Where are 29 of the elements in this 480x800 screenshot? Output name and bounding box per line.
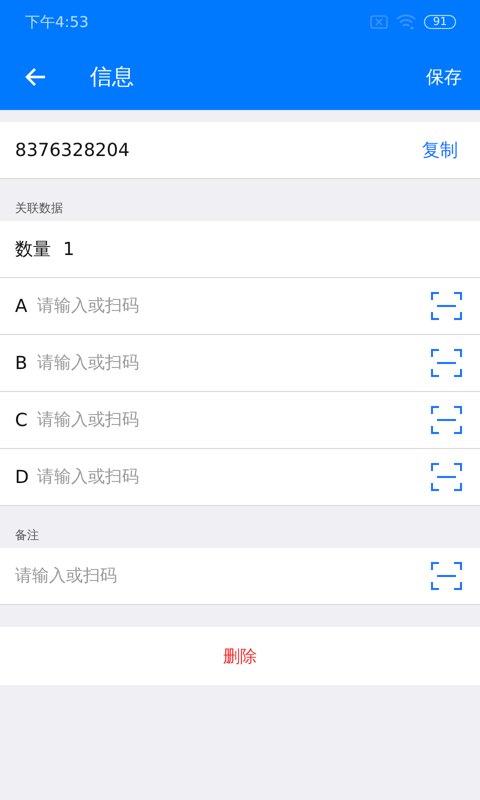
no-sim-icon bbox=[370, 15, 388, 29]
battery-indicator: 91 bbox=[424, 15, 456, 29]
scan-icon[interactable] bbox=[431, 349, 462, 377]
section-heading: 备注 bbox=[15, 527, 39, 544]
input-field[interactable]: 请输入或扫码 bbox=[37, 463, 431, 491]
input-field[interactable]: 请输入或扫码 bbox=[37, 292, 431, 320]
back-arrow-icon bbox=[24, 67, 46, 87]
note-field[interactable]: 请输入或扫码 bbox=[0, 548, 480, 605]
field-label: C bbox=[15, 410, 29, 430]
page-title: 信息 bbox=[90, 64, 135, 92]
quantity-value: 1 bbox=[63, 238, 74, 260]
section-heading: 关联数据 bbox=[15, 200, 63, 217]
delete-button[interactable]: 删除 bbox=[0, 627, 480, 685]
scan-icon[interactable] bbox=[431, 406, 462, 434]
status-time: 下午4:53 bbox=[25, 12, 89, 32]
scan-icon[interactable] bbox=[431, 562, 462, 590]
input-field[interactable]: 请输入或扫码 bbox=[37, 349, 431, 377]
wifi-icon bbox=[396, 14, 416, 30]
save-button[interactable]: 保存 bbox=[422, 61, 466, 93]
note-input[interactable]: 请输入或扫码 bbox=[15, 562, 315, 590]
scan-icon[interactable] bbox=[431, 292, 462, 320]
scan-icon[interactable] bbox=[431, 463, 462, 491]
field-label: B bbox=[15, 352, 28, 374]
code-value: 8376328204 bbox=[15, 140, 130, 160]
copy-button[interactable]: 复制 bbox=[418, 134, 462, 166]
field-label: A bbox=[15, 296, 28, 316]
quantity-label: 数量 bbox=[15, 238, 51, 261]
field-label: D bbox=[15, 466, 30, 488]
input-field[interactable]: 请输入或扫码 bbox=[37, 406, 431, 434]
